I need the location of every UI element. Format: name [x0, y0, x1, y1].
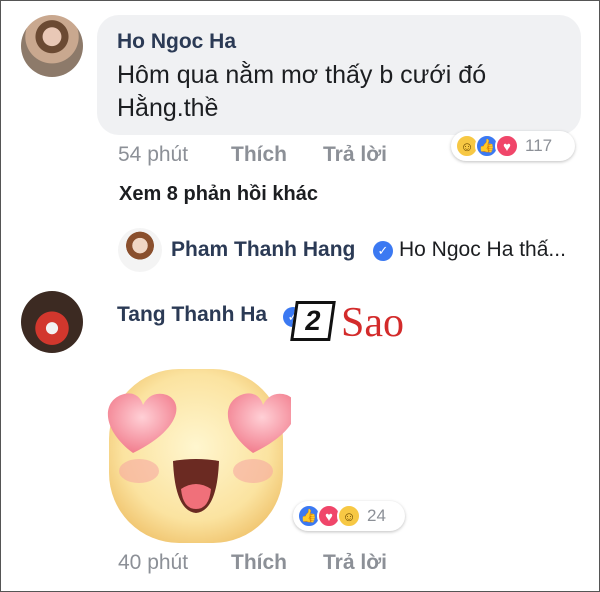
verified-badge-icon: ✓	[373, 241, 393, 261]
comment-thread: Ho Ngoc Ha Hôm qua nằm mơ thấy b cưới đó…	[0, 0, 600, 592]
reply-snippet[interactable]: Ho Ngoc Ha thấ...	[399, 238, 566, 262]
avatar-tang-thanh-ha[interactable]	[21, 291, 83, 353]
avatar-pham-thanh-hang[interactable]	[118, 228, 162, 272]
reaction-summary[interactable]: ☺ 👍 ♥ 117	[451, 131, 575, 161]
reaction-count: 117	[525, 136, 553, 155]
watermark-text: Sao	[341, 300, 404, 346]
reaction-summary[interactable]: 👍 ♥ ☺ 24	[293, 501, 405, 531]
heart-eyes-sticker[interactable]	[101, 361, 291, 551]
comment-text: Hôm qua nằm mơ thấy b cưới đó Hằng.thề	[117, 61, 487, 122]
watermark-logo: 2 Sao	[290, 297, 441, 351]
like-button[interactable]: Thích	[231, 551, 287, 575]
like-button[interactable]: Thích	[231, 143, 287, 167]
avatar-ho-ngoc-ha[interactable]	[21, 15, 83, 77]
comment-author[interactable]: Tang Thanh Ha	[117, 303, 267, 327]
reply-button[interactable]: Trả lời	[323, 551, 387, 575]
view-more-replies-link[interactable]: Xem 8 phản hồi khác	[119, 183, 318, 206]
haha-icon: ☺	[337, 504, 361, 528]
comment-time[interactable]: 54 phút	[118, 143, 188, 167]
watermark-box: 2	[290, 301, 336, 341]
reply-author[interactable]: Pham Thanh Hang	[171, 238, 355, 262]
reaction-count: 24	[367, 506, 386, 525]
reply-button[interactable]: Trả lời	[323, 143, 387, 167]
comment-time[interactable]: 40 phút	[118, 551, 188, 575]
love-icon: ♥	[495, 134, 519, 158]
comment-author[interactable]: Ho Ngoc Ha	[117, 30, 236, 54]
